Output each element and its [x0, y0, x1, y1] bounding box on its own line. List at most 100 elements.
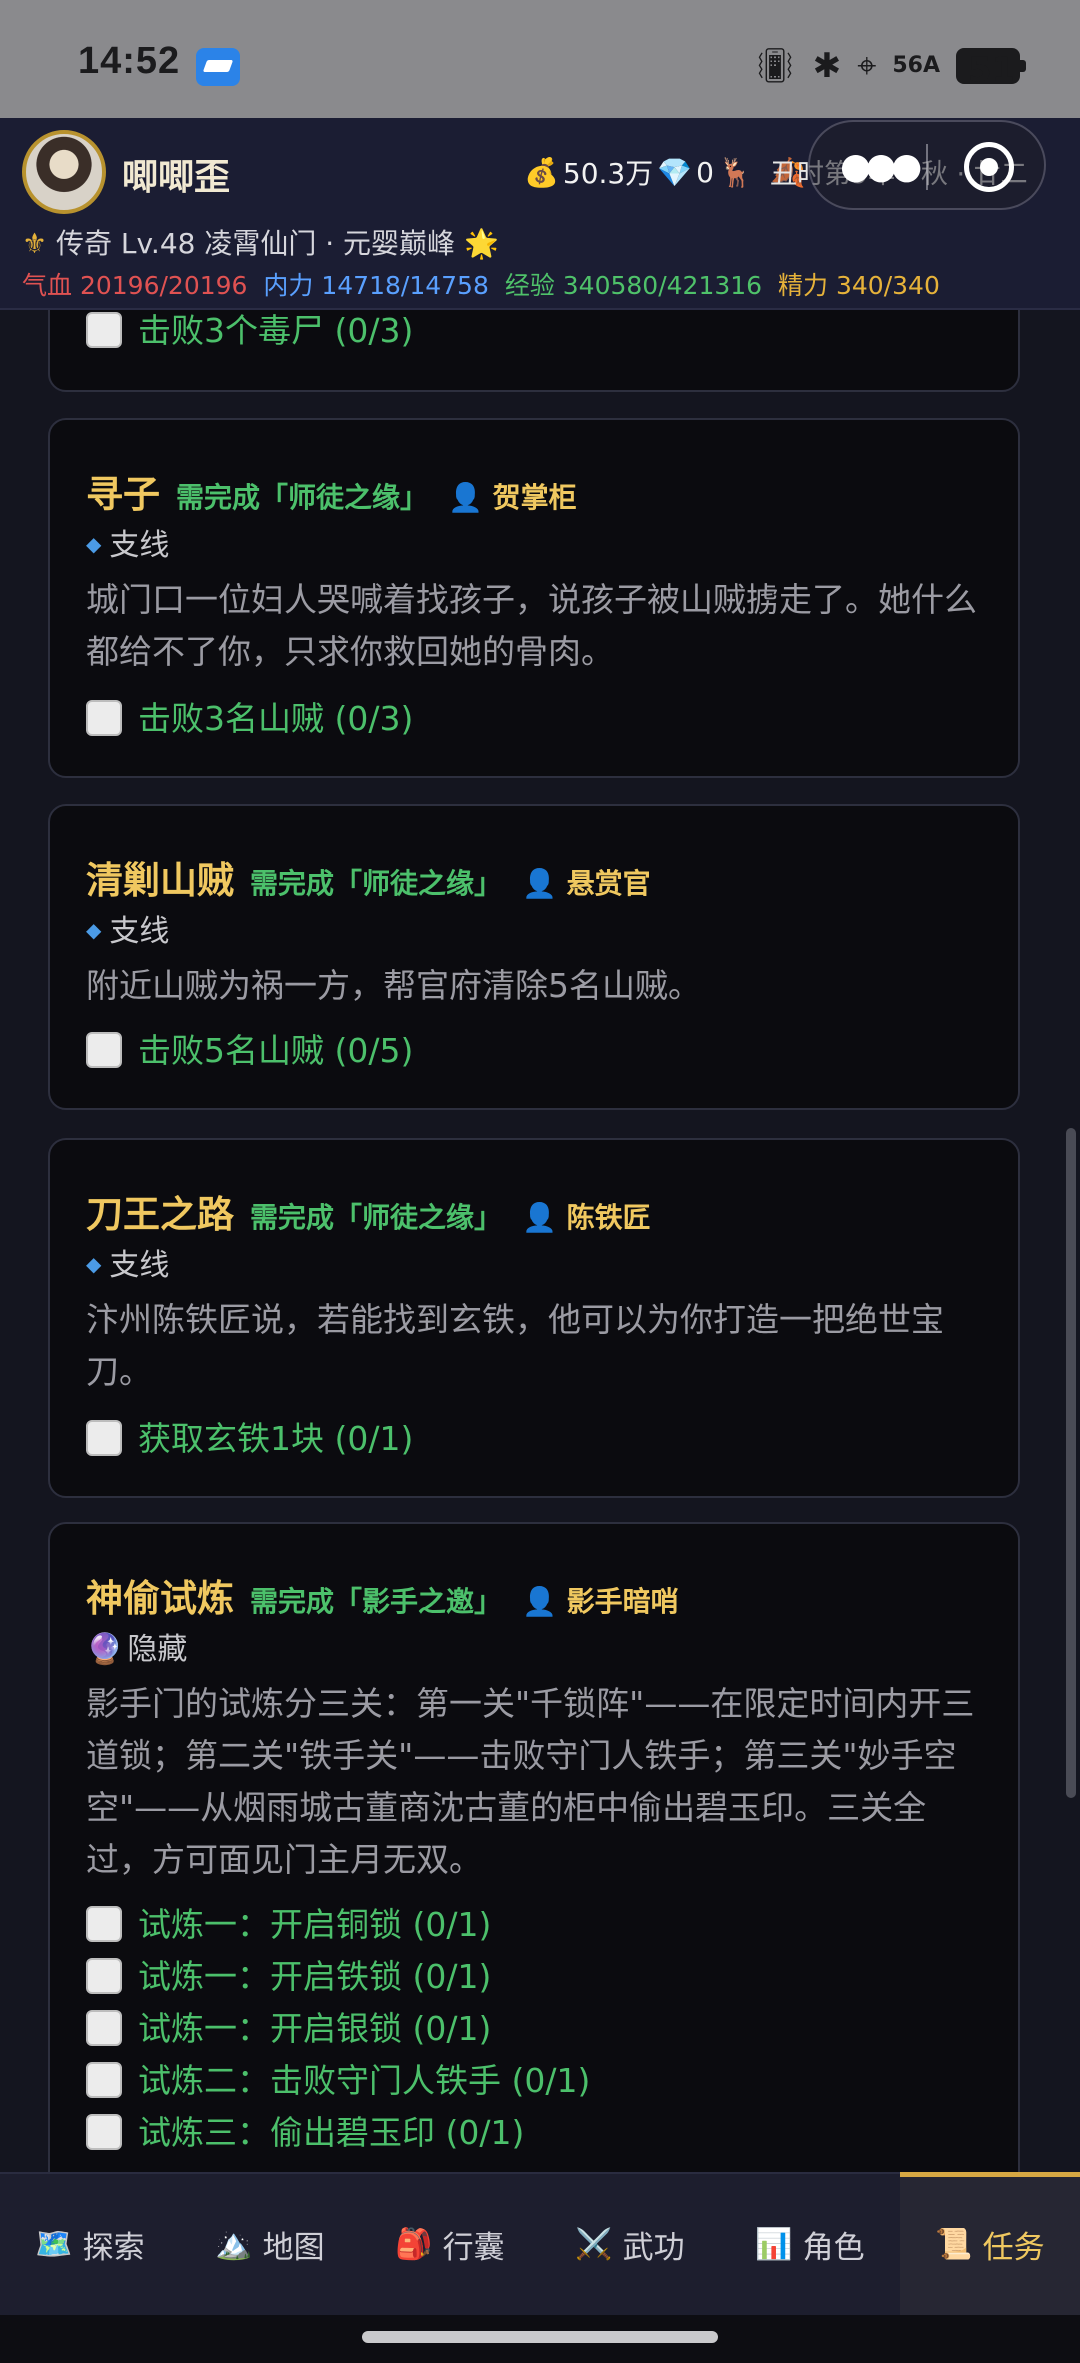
star-icon: 🌟 — [463, 227, 499, 260]
tab-label: 角色 — [802, 2230, 865, 2266]
person-icon: 👤 — [522, 867, 557, 900]
exp-label: 经验 — [504, 271, 555, 300]
quest-type: ◆ 支线 — [86, 528, 170, 563]
quest-type: ◆ 支线 — [86, 914, 170, 949]
quest-title: 寻子 — [86, 473, 160, 516]
battery-level: 51 — [968, 50, 1016, 90]
checkbox-icon — [86, 1032, 122, 1068]
tab-quests[interactable]: 📜 任务 — [900, 2172, 1080, 2315]
quest-objective: 试炼一：开启铁锁 (0/1) — [86, 1950, 491, 1998]
tab-inventory[interactable]: 🎒 行囊 — [360, 2174, 540, 2315]
stats-line: 气血 20196/20196 内力 14718/14758 经验 340580/… — [22, 266, 940, 302]
quest-objective: 击败5名山贼 (0/5) — [86, 1024, 413, 1072]
quest-npc: 悬赏官 — [566, 867, 651, 900]
quest-description: 附近山贼为祸一方，帮官府清除5名山贼。 — [86, 966, 701, 1005]
map-icon: 🗺️ — [35, 2227, 73, 2262]
quest-objective: 试炼一：开启铜锁 (0/1) — [86, 1898, 491, 1946]
checkbox-icon — [86, 700, 122, 736]
quest-list[interactable]: 击败3个毒尸 (0/3) 寻子 需完成「师徒之缘」 👤 贺掌柜 ◆ 支线 城门口一位妇… — [0, 310, 1080, 2172]
crystal-ball-icon: 🔮 — [86, 1632, 124, 1667]
quest-title: 神偷试炼 — [86, 1577, 234, 1620]
player-avatar[interactable] — [22, 130, 106, 214]
bluetooth-icon: ✱ — [812, 46, 842, 86]
quest-requirement: 需完成「影手之邀」 — [250, 1585, 503, 1618]
battery-icon: 51 — [956, 48, 1026, 90]
tab-skills[interactable]: ⚔️ 武功 — [540, 2174, 720, 2315]
energy-value: 340/340 — [836, 271, 940, 300]
status-bar: 14:52 📳︎ ✱ ⌖ 56A 51 — [0, 0, 1080, 118]
home-indicator[interactable] — [362, 2331, 718, 2343]
quest-requirement: 需完成「师徒之缘」 — [250, 1201, 503, 1234]
capsule-divider — [926, 144, 928, 190]
person-icon: 👤 — [448, 481, 483, 514]
quest-card[interactable]: 击败3个毒尸 (0/3) — [48, 310, 1020, 392]
person-icon: 👤 — [522, 1585, 557, 1618]
quest-description: 城门口一位妇人哭喊着找孩子，说孩子被山贼掳走了。她什么都给不了你，只求你救回她的… — [86, 580, 977, 671]
quest-title: 清剿山贼 — [86, 859, 234, 902]
status-time: 14:52 — [78, 40, 181, 82]
blue-diamond-icon: ◆ — [86, 918, 102, 942]
app-notification-icon — [196, 48, 240, 86]
quest-header: 清剿山贼 需完成「师徒之缘」 👤 悬赏官 — [86, 850, 651, 904]
checkbox-icon — [86, 312, 122, 348]
quest-description: 影手门的试炼分三关：第一关"千锁阵"——在限定时间内开三道锁；第二关"铁手关"—… — [86, 1684, 975, 1879]
mountain-icon: 🏔️ — [215, 2227, 253, 2262]
gem-icon: 💎 — [657, 155, 693, 189]
quest-npc: 影手暗哨 — [566, 1585, 679, 1618]
scrollbar[interactable] — [1066, 1128, 1076, 1798]
checkbox-icon — [86, 1420, 122, 1456]
tab-explore[interactable]: 🗺️ 探索 — [0, 2174, 180, 2315]
quest-description: 汴州陈铁匠说，若能找到玄铁，他可以为你打造一把绝世宝刀。 — [86, 1300, 944, 1391]
swords-icon: ⚔️ — [575, 2227, 613, 2262]
quest-card[interactable]: 寻子 需完成「师徒之缘」 👤 贺掌柜 ◆ 支线 城门口一位妇人哭喊着找孩子，说孩子被山… — [48, 418, 1020, 778]
quest-objective: 击败3个毒尸 (0/3) — [86, 310, 413, 352]
quest-type: ◆ 支线 — [86, 1248, 170, 1283]
quest-objective: 试炼二：击败守门人铁手 (0/1) — [86, 2054, 590, 2102]
quest-npc: 贺掌柜 — [492, 481, 577, 514]
quest-card[interactable]: 神偷试炼 需完成「影手之邀」 👤 影手暗哨 🔮 隐藏 影手门的试炼分三关：第一关"千锁… — [48, 1522, 1020, 2172]
deer-icon: 🦌 — [717, 155, 753, 189]
tab-map[interactable]: 🏔️ 地图 — [180, 2174, 360, 2315]
quest-objective: 击败3名山贼 (0/3) — [86, 692, 413, 740]
checkbox-icon — [86, 2062, 122, 2098]
miniprogram-capsule[interactable]: ●●● — [808, 120, 1046, 210]
checkbox-icon — [86, 2114, 122, 2150]
quest-title: 刀王之路 — [86, 1193, 234, 1236]
gold-amount: 50.3万 — [562, 157, 654, 190]
quest-type: 🔮 隐藏 — [86, 1632, 188, 1667]
chart-icon: 📊 — [755, 2227, 793, 2262]
person-icon: 👤 — [522, 1201, 557, 1234]
quest-npc: 陈铁匠 — [566, 1201, 651, 1234]
checkbox-icon — [86, 1958, 122, 1994]
quest-header: 刀王之路 需完成「师徒之缘」 👤 陈铁匠 — [86, 1184, 651, 1238]
rank-text: 传奇 Lv.48 凌霄仙门 · 元婴巅峰 — [56, 227, 456, 260]
quest-card[interactable]: 刀王之路 需完成「师徒之缘」 👤 陈铁匠 ◆ 支线 汴州陈铁匠说，若能找到玄铁，他可以… — [48, 1138, 1020, 1498]
tab-label: 武功 — [622, 2230, 685, 2266]
fleur-icon: ⚜ — [22, 227, 48, 260]
player-name: 唧唧歪 — [122, 157, 231, 198]
vibrate-icon: 📳︎ — [753, 46, 797, 86]
tab-label: 探索 — [82, 2230, 145, 2266]
tab-label: 行囊 — [442, 2230, 505, 2266]
blue-diamond-icon: ◆ — [86, 1252, 102, 1276]
quest-objective: 试炼一：开启银锁 (0/1) — [86, 2002, 491, 2050]
tab-character[interactable]: 📊 角色 — [720, 2174, 900, 2315]
tab-label: 任务 — [982, 2230, 1045, 2266]
backpack-icon: 🎒 — [395, 2227, 433, 2262]
close-miniprogram-icon[interactable] — [964, 142, 1014, 192]
currency-bar: 💰 50.3万 💎 0 🦌 🍂 — [524, 152, 806, 192]
more-menu-icon[interactable]: ●●● — [840, 149, 922, 185]
quest-requirement: 需完成「师徒之缘」 — [176, 481, 429, 514]
quest-card[interactable]: 清剿山贼 需完成「师徒之缘」 👤 悬赏官 ◆ 支线 附近山贼为祸一方，帮官府清除5名山… — [48, 804, 1020, 1110]
location-icon: ⌖ — [857, 46, 877, 86]
checkbox-icon — [86, 1906, 122, 1942]
tab-label: 地图 — [262, 2230, 325, 2266]
rank-line: ⚜ 传奇 Lv.48 凌霄仙门 · 元婴巅峰 🌟 — [22, 222, 499, 262]
scroll-icon: 📜 — [935, 2227, 973, 2262]
gesture-area — [0, 2315, 1080, 2363]
bottom-nav: 🗺️ 探索 🏔️ 地图 🎒 行囊 ⚔️ 武功 📊 角色 📜 任务 — [0, 2172, 1080, 2315]
signal-5g-icon: 56A — [892, 53, 940, 78]
exp-value: 340580/421316 — [562, 271, 763, 300]
mp-value: 14718/14758 — [321, 271, 489, 300]
player-header: 唧唧歪 💰 50.3万 💎 0 🦌 🍂 丑时第9年 · 秋 · 廿二 ●●● ⚜… — [0, 118, 1080, 310]
